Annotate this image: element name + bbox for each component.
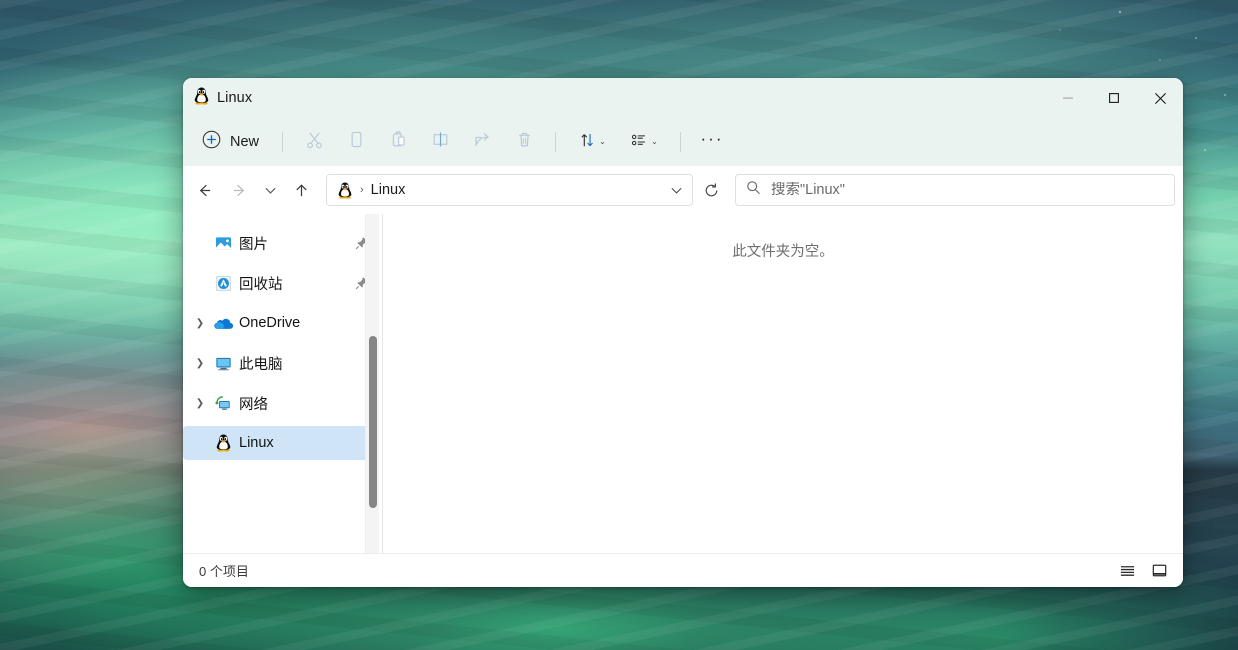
breadcrumb: › Linux [337,182,405,199]
window-controls [1045,78,1183,118]
sidebar-item-label: Linux [239,435,274,451]
sidebar-item-label: 回收站 [239,276,283,293]
sidebar-item-label: 此电脑 [239,356,283,373]
toolbar-divider-1 [282,132,284,152]
status-bar-view-toggles [1113,558,1173,584]
sidebar-item-onedrive[interactable]: ❯ OneDrive [183,306,377,340]
empty-folder-message: 此文件夹为空。 [732,244,834,260]
forward-button[interactable] [222,174,256,206]
sidebar-item-label: OneDrive [239,315,301,331]
close-button[interactable] [1137,78,1183,118]
rename-icon [431,130,450,154]
scissors-icon [305,130,324,154]
sidebar-item-label: 图片 [239,236,268,253]
address-bar-dropdown-button[interactable] [662,176,690,204]
sidebar-item-linux[interactable]: Linux [183,426,377,460]
status-bar: 0 个项目 [183,553,1183,587]
search-icon [746,180,761,200]
rename-button[interactable] [420,125,460,159]
clipboard-paste-icon [389,130,408,154]
copy-icon [347,130,366,154]
this-pc-monitor-icon [211,355,235,372]
sidebar-item-this-pc[interactable]: ❯ 此电脑 [183,346,377,380]
view-button[interactable]: ⌄ [619,125,669,159]
plus-circle-icon [202,130,221,154]
file-explorer-window: Linux New ⌄ ⌄ ··· › Linux 搜索"Linux" 图片 回… [183,78,1183,587]
search-box[interactable] [735,174,1175,206]
recycle-bin-icon [211,275,235,292]
navigation-pane: 图片 回收站 ❯ OneDrive ❯ 此电脑 ❯ 网络 Linux [183,214,383,553]
sort-button[interactable]: ⌄ [567,125,617,159]
chevron-right-icon[interactable]: ❯ [189,398,211,409]
chevron-right-icon[interactable]: ❯ [189,318,211,329]
sidebar-item-label: 网络 [239,396,268,413]
recent-locations-button[interactable] [257,174,283,206]
share-icon [473,130,492,154]
sidebar-scrollbar-thumb[interactable] [369,336,377,508]
delete-button[interactable] [504,125,544,159]
tux-penguin-icon [211,434,235,452]
pictures-folder-icon [211,235,235,252]
new-button[interactable]: New [193,126,271,158]
breadcrumb-segment-linux[interactable]: Linux [371,182,406,198]
paste-button[interactable] [378,125,418,159]
item-count-label: 0 个项目 [199,564,249,579]
cut-button[interactable] [294,125,334,159]
sidebar-item-pictures[interactable]: 图片 [183,226,377,260]
network-icon [211,395,235,412]
title-bar-left: Linux [183,87,252,110]
sort-arrows-icon [578,131,596,154]
maximize-button[interactable] [1091,78,1137,118]
desktop-wallpaper: Linux New ⌄ ⌄ ··· › Linux 搜索"Linux" 图片 回… [0,0,1238,650]
sidebar-item-recycle-bin[interactable]: 回收站 [183,266,377,300]
breadcrumb-tux-penguin-icon[interactable] [337,182,353,199]
share-button[interactable] [462,125,502,159]
tux-penguin-icon [193,87,210,110]
sort-caret-icon: ⌄ [599,137,606,146]
window-title: Linux [217,90,253,106]
more-options-button[interactable]: ··· [692,125,732,159]
details-view-button[interactable] [1113,558,1141,584]
toolbar-divider-2 [555,132,557,152]
sidebar-item-network[interactable]: ❯ 网络 [183,386,377,420]
toolbar-divider-3 [680,132,682,152]
view-layout-icon [630,131,648,154]
trash-icon [515,130,534,154]
file-list-area[interactable]: 此文件夹为空。 [383,214,1183,553]
breadcrumb-separator: › [360,184,364,196]
up-button[interactable] [284,174,318,206]
onedrive-cloud-icon [211,316,235,331]
chevron-right-icon[interactable]: ❯ [189,358,211,369]
refresh-button[interactable] [696,175,726,205]
search-input[interactable] [771,182,1164,198]
sidebar-scrollbar[interactable] [365,214,379,553]
large-icons-view-button[interactable] [1145,558,1173,584]
address-bar[interactable]: › Linux [326,174,693,206]
window-body: 图片 回收站 ❯ OneDrive ❯ 此电脑 ❯ 网络 Linux 此文件夹为… [183,214,1183,553]
view-caret-icon: ⌄ [651,137,658,146]
command-toolbar: New ⌄ ⌄ ··· [183,118,1183,166]
new-button-label: New [230,134,260,150]
minimize-button[interactable] [1045,78,1091,118]
back-button[interactable] [187,174,221,206]
title-bar: Linux [183,78,1183,118]
copy-button[interactable] [336,125,376,159]
navigation-bar: › Linux [183,166,1183,214]
